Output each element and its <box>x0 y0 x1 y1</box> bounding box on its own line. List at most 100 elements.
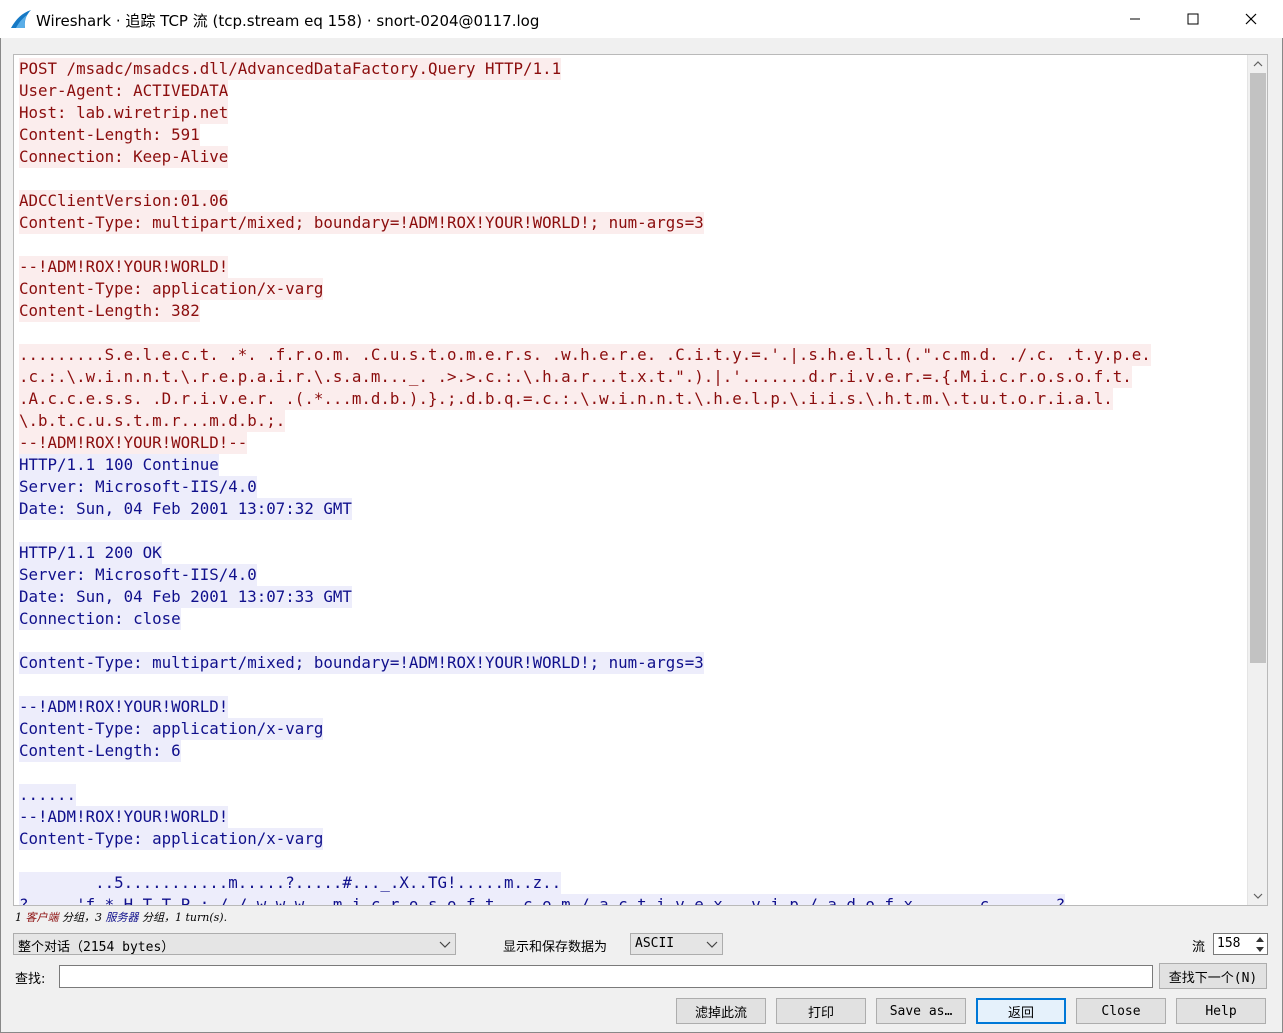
close-window-button[interactable] <box>1222 0 1280 38</box>
client-stream-line: \.b.t.c.u.s.t.m.r...m.d.b.;. <box>19 410 1244 432</box>
stream-line-text: .c.:.\.w.i.n.n.t.\.r.e.p.a.i.r.\.s.a.m..… <box>19 366 1132 388</box>
scrollbar-thumb[interactable] <box>1250 73 1266 663</box>
chevron-up-icon <box>1253 61 1263 67</box>
packet-summary: 1 客户端 分组，3 服务器 分组，1 turn(s). <box>15 909 227 925</box>
server-stream-line: HTTP/1.1 200 OK <box>19 542 1244 564</box>
summary-client-word: 客户端 <box>25 911 59 924</box>
stream-line-text: ..5...........m.....?.....#..._.X..TG!..… <box>19 872 562 894</box>
stream-line-text: HTTP/1.1 100 Continue <box>19 454 219 476</box>
server-stream-line: HTTP/1.1 100 Continue <box>19 454 1244 476</box>
server-stream-line: Server: Microsoft-IIS/4.0 <box>19 476 1244 498</box>
minimize-icon <box>1130 18 1140 20</box>
stream-label: 流 <box>1192 940 1206 955</box>
client-stream-line <box>19 322 1244 344</box>
client-stream-line: .c.:.\.w.i.n.n.t.\.r.e.p.a.i.r.\.s.a.m..… <box>19 366 1244 388</box>
minimize-button[interactable] <box>1106 0 1164 38</box>
server-stream-line: Content-Type: multipart/mixed; boundary=… <box>19 652 1244 674</box>
server-stream-line <box>19 520 1244 542</box>
stream-line-text: Content-Length: 591 <box>19 124 200 146</box>
stream-line-text: Content-Type: application/x-varg <box>19 718 324 740</box>
server-stream-line: Content-Length: 6 <box>19 740 1244 762</box>
triangle-down-icon <box>1256 946 1264 952</box>
stream-text-view[interactable]: POST /msadc/msadcs.dll/AdvancedDataFacto… <box>13 54 1268 906</box>
client-stream-line: --!ADM!ROX!YOUR!WORLD! <box>19 256 1244 278</box>
client-stream-line: Content-Length: 591 <box>19 124 1244 146</box>
wireshark-fin-icon <box>11 10 31 28</box>
server-stream-line <box>19 850 1244 872</box>
stream-line-text: Date: Sun, 04 Feb 2001 13:07:33 GMT <box>19 586 352 608</box>
client-stream-line: User-Agent: ACTIVEDATA <box>19 80 1244 102</box>
server-stream-line: ...... <box>19 784 1244 806</box>
help-button[interactable]: Help <box>1176 998 1266 1024</box>
stream-number-spinner[interactable]: 158 <box>1213 933 1268 955</box>
client-stream-line: Content-Length: 382 <box>19 300 1244 322</box>
stream-number-value: 158 <box>1217 936 1241 951</box>
server-stream-line: --!ADM!ROX!YOUR!WORLD! <box>19 696 1244 718</box>
save-as-button[interactable]: Save as… <box>876 998 966 1024</box>
stream-line-text: Content-Length: 6 <box>19 740 181 762</box>
client-stream-line <box>19 234 1244 256</box>
summary-server-word: 服务器 <box>105 911 139 924</box>
stream-line-text: --!ADM!ROX!YOUR!WORLD! <box>19 696 229 718</box>
scroll-up-button[interactable] <box>1248 55 1267 73</box>
client-stream-line: .A.c.c.e.s.s. .D.r.i.v.e.r. .(.*...m.d.b… <box>19 388 1244 410</box>
maximize-icon <box>1187 13 1199 25</box>
find-input[interactable] <box>59 965 1153 988</box>
back-button[interactable]: 返回 <box>976 998 1066 1024</box>
stream-line-text: User-Agent: ACTIVEDATA <box>19 80 229 102</box>
spinner-down-button[interactable] <box>1253 944 1267 954</box>
stream-line-text: \.b.t.c.u.s.t.m.r...m.d.b.;. <box>19 410 286 432</box>
stream-line-text: --!ADM!ROX!YOUR!WORLD! <box>19 256 229 278</box>
stream-line-text: Server: Microsoft-IIS/4.0 <box>19 564 257 586</box>
stream-line-text: ADCClientVersion:01.06 <box>19 190 229 212</box>
stream-line-text: Content-Type: application/x-varg <box>19 278 324 300</box>
scroll-down-button[interactable] <box>1248 887 1267 905</box>
summary-mid: 分组，3 <box>58 911 106 924</box>
client-stream-line <box>19 168 1244 190</box>
client-stream-line: .........S.e.l.e.c.t. .*. .f.r.o.m. .C.u… <box>19 344 1244 366</box>
filter-out-stream-button[interactable]: 滤掉此流 <box>676 998 766 1024</box>
client-stream-line: Content-Type: application/x-varg <box>19 278 1244 300</box>
close-button[interactable]: Close <box>1076 998 1166 1024</box>
stream-line-text: ?.....'f.*.H.T.T.P.:././.w.w.w...m.i.c.r… <box>19 894 1066 905</box>
client-stream-line: ADCClientVersion:01.06 <box>19 190 1244 212</box>
find-label: 查找: <box>15 972 46 987</box>
client-stream-line: Host: lab.wiretrip.net <box>19 102 1244 124</box>
title-bar: Wireshark · 追踪 TCP 流 (tcp.stream eq 158)… <box>0 0 1283 38</box>
stream-line-text: Content-Type: multipart/mixed; boundary=… <box>19 652 704 674</box>
conversation-select[interactable]: 整个对话（2154 bytes） <box>13 933 456 955</box>
stream-line-text: .........S.e.l.e.c.t. .*. .f.r.o.m. .C.u… <box>19 344 1151 366</box>
client-stream-line: Connection: Keep-Alive <box>19 146 1244 168</box>
stream-line-text: POST /msadc/msadcs.dll/AdvancedDataFacto… <box>19 58 562 80</box>
conversation-select-value: 整个对话（2154 bytes） <box>18 940 175 955</box>
server-stream-line: ?.....'f.*.H.T.T.P.:././.w.w.w...m.i.c.r… <box>19 894 1244 905</box>
window-title: Wireshark · 追踪 TCP 流 (tcp.stream eq 158)… <box>36 12 540 30</box>
format-select-value: ASCII <box>635 936 675 951</box>
stream-line-text: ...... <box>19 784 77 806</box>
server-stream-line: Content-Type: application/x-varg <box>19 718 1244 740</box>
format-select[interactable]: ASCII <box>630 933 723 955</box>
server-stream-line: --!ADM!ROX!YOUR!WORLD! <box>19 806 1244 828</box>
server-stream-line: Connection: close <box>19 608 1244 630</box>
stream-line-text: HTTP/1.1 200 OK <box>19 542 162 564</box>
find-next-button[interactable]: 查找下一个(N) <box>1159 963 1267 989</box>
summary-prefix: 1 <box>15 911 26 924</box>
triangle-up-icon <box>1256 936 1264 942</box>
spinner-up-button[interactable] <box>1253 934 1267 944</box>
stream-content[interactable]: POST /msadc/msadcs.dll/AdvancedDataFacto… <box>19 58 1244 905</box>
print-button[interactable]: 打印 <box>776 998 866 1024</box>
stream-line-text: Content-Type: multipart/mixed; boundary=… <box>19 212 704 234</box>
summary-suffix: 分组，1 turn(s). <box>138 911 228 924</box>
server-stream-line <box>19 674 1244 696</box>
vertical-scrollbar[interactable] <box>1247 55 1267 905</box>
server-stream-line: Content-Type: application/x-varg <box>19 828 1244 850</box>
stream-line-text: Host: lab.wiretrip.net <box>19 102 229 124</box>
stream-line-text: Content-Type: application/x-varg <box>19 828 324 850</box>
maximize-button[interactable] <box>1164 0 1222 38</box>
stream-line-text: Content-Length: 382 <box>19 300 200 322</box>
stream-line-text: Server: Microsoft-IIS/4.0 <box>19 476 257 498</box>
stream-line-text: Connection: Keep-Alive <box>19 146 229 168</box>
stream-line-text: Date: Sun, 04 Feb 2001 13:07:32 GMT <box>19 498 352 520</box>
format-label: 显示和保存数据为 <box>503 940 608 955</box>
chevron-down-icon <box>1253 893 1263 899</box>
